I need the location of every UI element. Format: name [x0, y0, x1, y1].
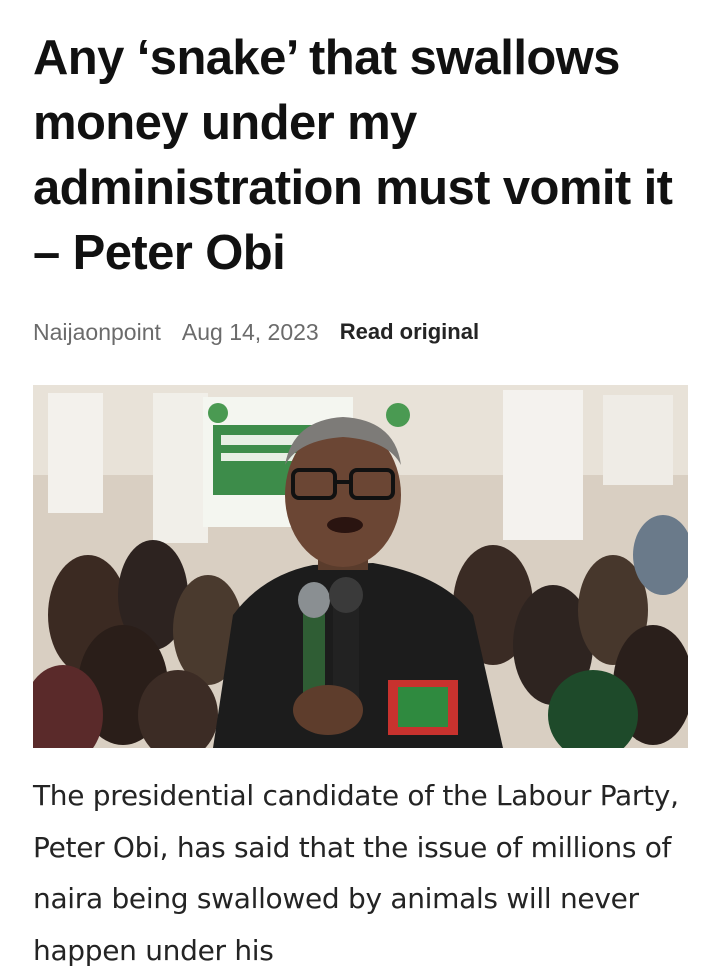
source-name[interactable]: Naijaonpoint [33, 316, 161, 348]
article: Any ‘snake’ that swallows money under my… [33, 0, 688, 967]
photo-illustration [33, 385, 688, 748]
read-original-link[interactable]: Read original [340, 316, 479, 348]
publish-date: Aug 14, 2023 [181, 319, 319, 345]
article-body: The presidential candidate of the Labour… [33, 779, 679, 967]
article-meta: Naijaonpoint Aug 14, 2023 Read original [33, 316, 479, 348]
article-photo [33, 385, 688, 748]
article-headline: Any ‘snake’ that swallows money under my… [33, 31, 673, 280]
